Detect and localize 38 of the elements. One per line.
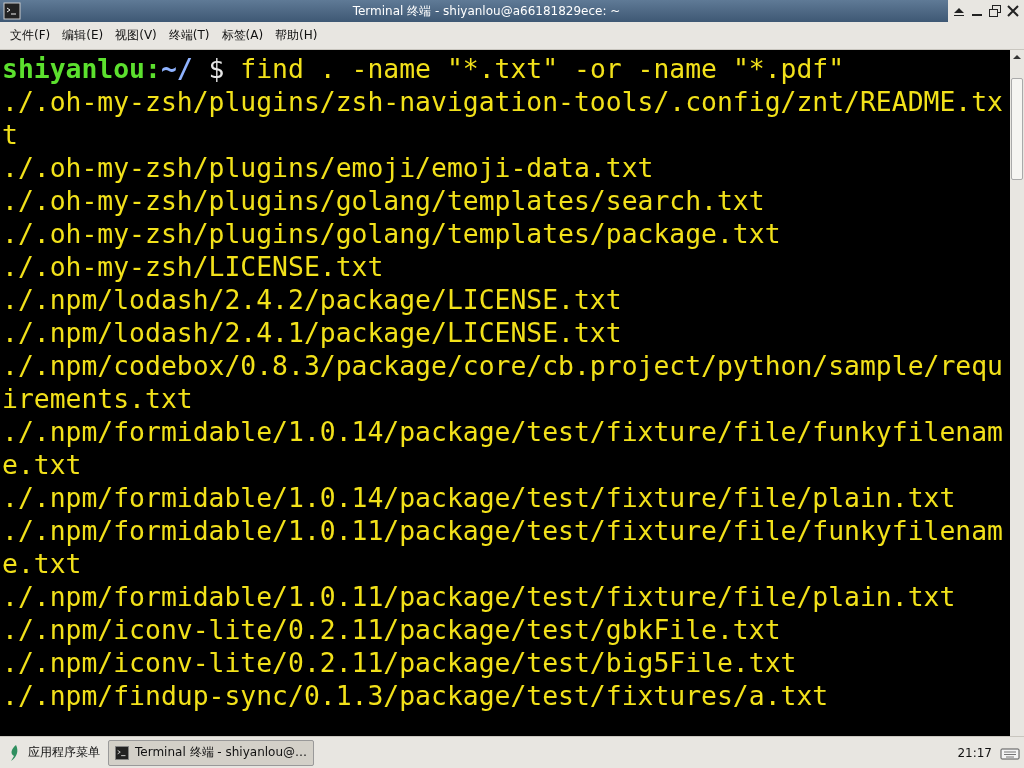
- menu-item[interactable]: 帮助(H): [269, 27, 324, 44]
- leaf-icon: [8, 743, 20, 762]
- menu-item[interactable]: 文件(F): [4, 27, 57, 44]
- output-line: ./.oh-my-zsh/plugins/golang/templates/package.txt: [2, 217, 782, 250]
- clock: 21:17: [957, 745, 992, 760]
- output-line: ./.npm/formidable/1.0.11/package/test/fixture/file/plain.txt: [2, 580, 957, 613]
- menu-item[interactable]: 编辑(E): [56, 27, 110, 44]
- output-line: ./.npm/lodash/2.4.1/package/LICENSE.txt: [2, 316, 623, 349]
- command-line: shiyanlou:~/ $ find . -name "*.txt" -or -name "*.pdf": [2, 52, 846, 85]
- output-line: ./.oh-my-zsh/plugins/zsh-navigation-tools/.config/znt/README.tx: [2, 85, 1004, 118]
- output-line: ./.npm/codebox/0.8.3/package/core/cb.project/python/sample/requ: [2, 349, 1004, 382]
- window-title: Terminal 终端 - shiyanlou@a66181829ece: ~: [351, 2, 622, 20]
- output-line: ./.npm/findup-sync/0.1.3/package/test/fixtures/a.txt: [2, 679, 830, 712]
- output-line: ./.npm/formidable/1.0.14/package/test/fixture/file/plain.txt: [2, 481, 957, 514]
- output-line: e.txt: [2, 547, 83, 580]
- output-line: ./.npm/formidable/1.0.14/package/test/fixture/file/funkyfilenam: [2, 415, 1004, 448]
- scroll-up-icon[interactable]: [1012, 52, 1022, 62]
- output-line: e.txt: [2, 448, 83, 481]
- output-line: ./.oh-my-zsh/plugins/emoji/emoji-data.txt: [2, 151, 655, 184]
- taskbar-button[interactable]: Terminal 终端 - shiyanlou@…: [108, 739, 315, 766]
- scrollbar[interactable]: [1010, 50, 1024, 736]
- restore-icon[interactable]: [988, 4, 1002, 18]
- applications-menu-button[interactable]: 应用程序菜单: [0, 738, 108, 767]
- output-line: irements.txt: [2, 382, 194, 415]
- scroll-thumb[interactable]: [1011, 78, 1023, 180]
- close-icon[interactable]: [1006, 4, 1020, 18]
- menu-item[interactable]: 终端(T): [162, 27, 216, 44]
- menu-item[interactable]: 标签(A): [215, 27, 270, 44]
- output-line: t: [2, 118, 19, 151]
- terminal-icon: [115, 745, 129, 760]
- output-line: ./.oh-my-zsh/plugins/golang/templates/search.txt: [2, 184, 766, 217]
- output-line: ./.oh-my-zsh/LICENSE.txt: [2, 250, 385, 283]
- menu-item[interactable]: 视图(V): [109, 27, 163, 44]
- output-line: ./.npm/formidable/1.0.11/package/test/fixture/file/funkyfilenam: [2, 514, 1004, 547]
- output-line: ./.npm/lodash/2.4.2/package/LICENSE.txt: [2, 283, 623, 316]
- output-line: ./.npm/iconv-lite/0.2.11/package/test/big5File.txt: [2, 646, 798, 679]
- output-line: ./.npm/iconv-lite/0.2.11/package/test/gbkFile.txt: [2, 613, 782, 646]
- terminal-icon[interactable]: [3, 2, 21, 20]
